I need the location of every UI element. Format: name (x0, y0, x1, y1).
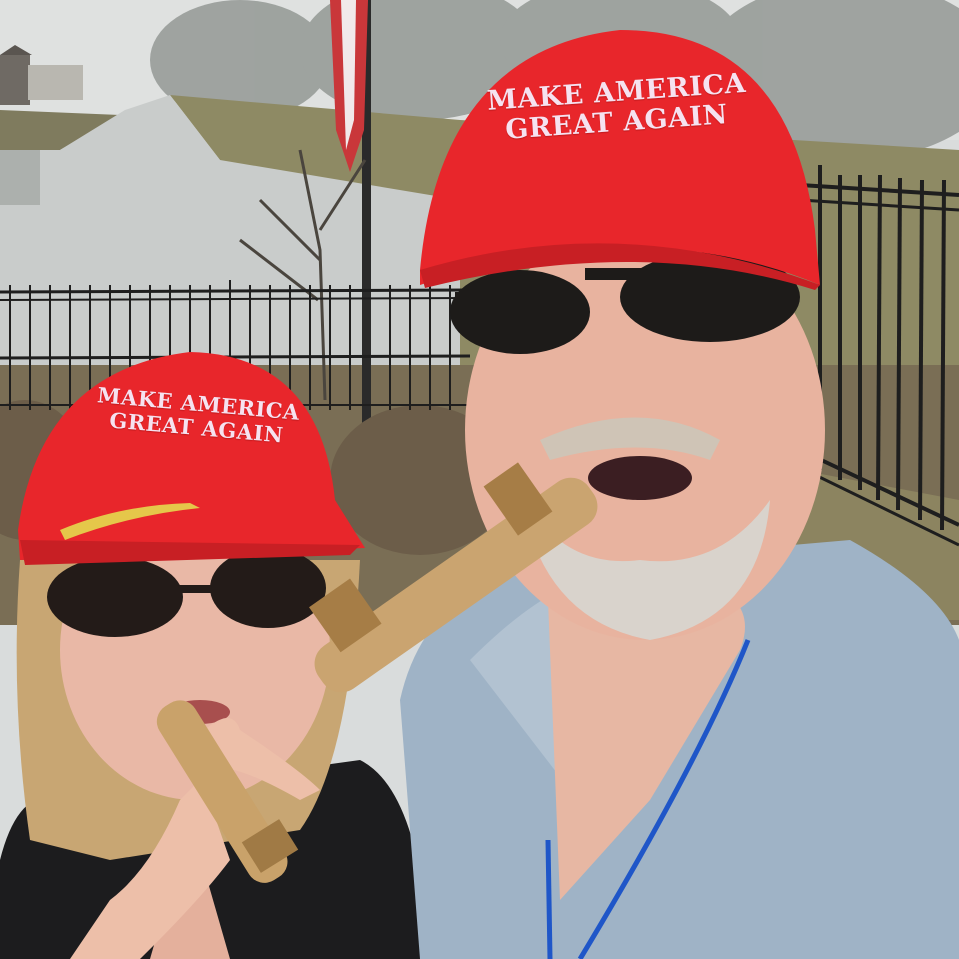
photo-scene: MAKE AMERICA GREAT AGAIN MAKE AMERICA GR… (0, 0, 959, 959)
scene-illustration (0, 0, 959, 959)
lanyard (545, 839, 553, 959)
